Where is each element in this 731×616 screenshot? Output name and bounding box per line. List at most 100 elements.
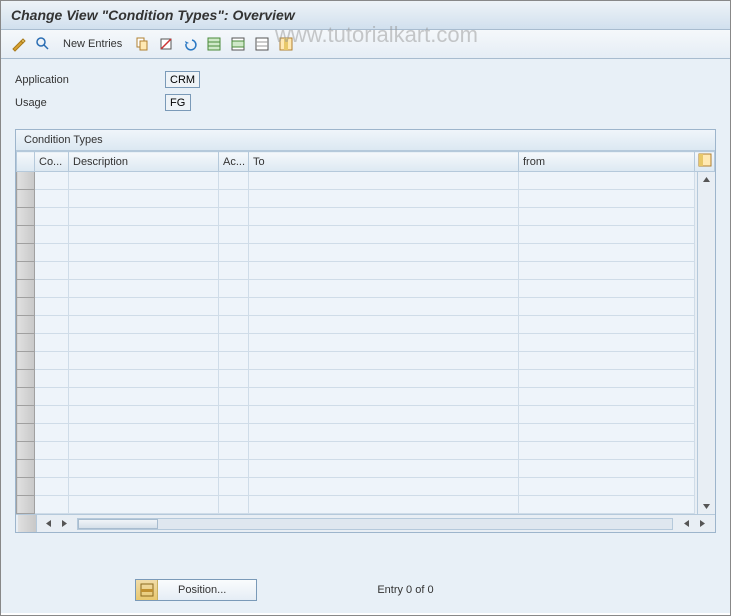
configuration-icon[interactable]: [276, 34, 296, 54]
table-cell[interactable]: [249, 172, 519, 190]
row-selector[interactable]: [17, 424, 35, 442]
table-cell[interactable]: [249, 334, 519, 352]
scroll-up-icon[interactable]: [699, 172, 714, 187]
row-selector[interactable]: [17, 280, 35, 298]
scroll-right-icon[interactable]: [57, 517, 71, 531]
table-cell[interactable]: [219, 478, 249, 496]
table-cell[interactable]: [519, 280, 695, 298]
row-selector[interactable]: [17, 388, 35, 406]
position-button[interactable]: Position...: [135, 579, 257, 601]
row-selector[interactable]: [17, 262, 35, 280]
table-cell[interactable]: [69, 280, 219, 298]
table-cell[interactable]: [519, 460, 695, 478]
table-cell[interactable]: [35, 190, 69, 208]
table-cell[interactable]: [249, 208, 519, 226]
table-cell[interactable]: [519, 262, 695, 280]
table-row[interactable]: [17, 226, 715, 244]
table-cell[interactable]: [219, 352, 249, 370]
table-row[interactable]: [17, 496, 715, 514]
scroll-right-end-icon[interactable]: [695, 517, 709, 531]
table-cell[interactable]: [519, 370, 695, 388]
table-row[interactable]: [17, 208, 715, 226]
table-cell[interactable]: [69, 478, 219, 496]
row-selector[interactable]: [17, 244, 35, 262]
table-cell[interactable]: [35, 460, 69, 478]
column-to-header[interactable]: To: [249, 152, 519, 172]
undo-change-icon[interactable]: [180, 34, 200, 54]
scroll-down-icon[interactable]: [699, 499, 714, 514]
table-cell[interactable]: [69, 316, 219, 334]
table-cell[interactable]: [35, 424, 69, 442]
table-cell[interactable]: [35, 316, 69, 334]
table-cell[interactable]: [35, 244, 69, 262]
table-cell[interactable]: [249, 244, 519, 262]
table-cell[interactable]: [69, 370, 219, 388]
table-cell[interactable]: [249, 280, 519, 298]
hscroll-thumb[interactable]: [78, 519, 158, 529]
table-cell[interactable]: [519, 172, 695, 190]
table-cell[interactable]: [519, 388, 695, 406]
table-cell[interactable]: [69, 190, 219, 208]
row-selector[interactable]: [17, 370, 35, 388]
table-cell[interactable]: [249, 226, 519, 244]
table-cell[interactable]: [69, 334, 219, 352]
column-co-header[interactable]: Co...: [35, 152, 69, 172]
table-cell[interactable]: [519, 190, 695, 208]
table-cell[interactable]: [219, 262, 249, 280]
row-selector[interactable]: [17, 190, 35, 208]
table-row[interactable]: [17, 388, 715, 406]
table-cell[interactable]: [35, 262, 69, 280]
table-row[interactable]: [17, 352, 715, 370]
vertical-scrollbar[interactable]: [697, 172, 714, 514]
table-row[interactable]: [17, 298, 715, 316]
table-row[interactable]: [17, 478, 715, 496]
table-cell[interactable]: [519, 334, 695, 352]
table-cell[interactable]: [249, 316, 519, 334]
row-selector[interactable]: [17, 406, 35, 424]
select-all-icon[interactable]: [204, 34, 224, 54]
table-cell[interactable]: [219, 244, 249, 262]
table-cell[interactable]: [519, 478, 695, 496]
table-cell[interactable]: [35, 388, 69, 406]
table-cell[interactable]: [519, 496, 695, 514]
table-cell[interactable]: [519, 406, 695, 424]
row-selector[interactable]: [17, 496, 35, 514]
table-cell[interactable]: [69, 226, 219, 244]
table-cell[interactable]: [249, 460, 519, 478]
table-cell[interactable]: [249, 298, 519, 316]
table-cell[interactable]: [249, 478, 519, 496]
table-cell[interactable]: [249, 190, 519, 208]
table-row[interactable]: [17, 190, 715, 208]
table-cell[interactable]: [69, 244, 219, 262]
deselect-all-icon[interactable]: [252, 34, 272, 54]
row-selector[interactable]: [17, 298, 35, 316]
table-cell[interactable]: [519, 316, 695, 334]
table-row[interactable]: [17, 406, 715, 424]
table-cell[interactable]: [219, 406, 249, 424]
table-cell[interactable]: [249, 424, 519, 442]
table-cell[interactable]: [219, 208, 249, 226]
table-row[interactable]: [17, 316, 715, 334]
table-cell[interactable]: [219, 334, 249, 352]
table-cell[interactable]: [249, 388, 519, 406]
table-cell[interactable]: [35, 172, 69, 190]
table-cell[interactable]: [519, 208, 695, 226]
table-row[interactable]: [17, 424, 715, 442]
select-block-icon[interactable]: [228, 34, 248, 54]
table-cell[interactable]: [519, 226, 695, 244]
table-cell[interactable]: [249, 352, 519, 370]
table-cell[interactable]: [249, 262, 519, 280]
row-selector[interactable]: [17, 442, 35, 460]
table-cell[interactable]: [219, 298, 249, 316]
table-cell[interactable]: [35, 334, 69, 352]
table-cell[interactable]: [219, 226, 249, 244]
horizontal-scrollbar[interactable]: [16, 514, 715, 532]
table-cell[interactable]: [219, 316, 249, 334]
column-selector-header[interactable]: [17, 152, 35, 172]
table-cell[interactable]: [219, 460, 249, 478]
table-cell[interactable]: [35, 352, 69, 370]
copy-as-icon[interactable]: [132, 34, 152, 54]
table-settings-icon[interactable]: [698, 153, 712, 167]
scroll-left-icon[interactable]: [41, 517, 55, 531]
table-cell[interactable]: [69, 172, 219, 190]
